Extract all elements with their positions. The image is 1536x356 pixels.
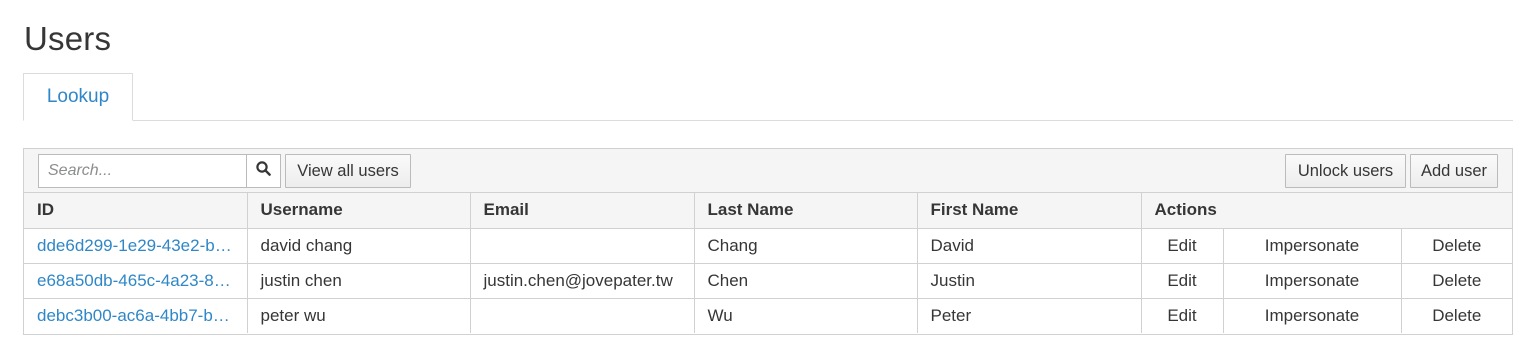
impersonate-button[interactable]: Impersonate bbox=[1223, 263, 1402, 299]
tab-lookup[interactable]: Lookup bbox=[23, 73, 133, 121]
column-header-email[interactable]: Email bbox=[470, 193, 695, 229]
last-name-cell: Chen bbox=[694, 263, 918, 299]
delete-button[interactable]: Delete bbox=[1401, 298, 1513, 333]
unlock-users-button[interactable]: Unlock users bbox=[1285, 154, 1406, 188]
search-button[interactable] bbox=[246, 154, 281, 188]
table-row: debc3b00-ac6a-4bb7-b… peter wu Wu Peter … bbox=[24, 298, 1513, 333]
table-toolbar: View all users Unlock users Add user bbox=[24, 149, 1512, 193]
first-name-cell: Peter bbox=[917, 298, 1142, 333]
edit-button[interactable]: Edit bbox=[1141, 298, 1224, 333]
username-cell: peter wu bbox=[247, 298, 471, 333]
username-cell: justin chen bbox=[247, 263, 471, 299]
table-row: e68a50db-465c-4a23-8… justin chen justin… bbox=[24, 263, 1513, 299]
table-header-row: ID Username Email Last Name First Name A… bbox=[24, 193, 1513, 229]
column-header-last-name[interactable]: Last Name bbox=[694, 193, 918, 229]
email-cell bbox=[470, 298, 695, 333]
view-all-users-button[interactable]: View all users bbox=[285, 154, 411, 188]
add-user-button[interactable]: Add user bbox=[1410, 154, 1498, 188]
users-table: ID Username Email Last Name First Name A… bbox=[24, 193, 1513, 333]
tab-bar: Lookup bbox=[23, 73, 1513, 121]
search-icon bbox=[256, 161, 271, 181]
user-id-link[interactable]: e68a50db-465c-4a23-8… bbox=[24, 263, 248, 299]
impersonate-button[interactable]: Impersonate bbox=[1223, 228, 1402, 264]
last-name-cell: Chang bbox=[694, 228, 918, 264]
column-header-username[interactable]: Username bbox=[247, 193, 471, 229]
table-row: dde6d299-1e29-43e2-b… david chang Chang … bbox=[24, 228, 1513, 264]
edit-button[interactable]: Edit bbox=[1141, 263, 1224, 299]
column-header-first-name[interactable]: First Name bbox=[917, 193, 1142, 229]
users-table-panel: View all users Unlock users Add user ID … bbox=[23, 148, 1513, 335]
email-cell: justin.chen@jovepater.tw bbox=[470, 263, 695, 299]
email-cell bbox=[470, 228, 695, 264]
search-input[interactable] bbox=[38, 154, 247, 188]
edit-button[interactable]: Edit bbox=[1141, 228, 1224, 264]
first-name-cell: David bbox=[917, 228, 1142, 264]
last-name-cell: Wu bbox=[694, 298, 918, 333]
users-page: Users Lookup View all users Unlock users… bbox=[0, 0, 1536, 356]
column-header-actions: Actions bbox=[1141, 193, 1513, 229]
user-id-link[interactable]: dde6d299-1e29-43e2-b… bbox=[24, 228, 248, 264]
delete-button[interactable]: Delete bbox=[1401, 263, 1513, 299]
username-cell: david chang bbox=[247, 228, 471, 264]
page-title: Users bbox=[24, 20, 112, 57]
impersonate-button[interactable]: Impersonate bbox=[1223, 298, 1402, 333]
first-name-cell: Justin bbox=[917, 263, 1142, 299]
column-header-id[interactable]: ID bbox=[24, 193, 248, 229]
user-id-link[interactable]: debc3b00-ac6a-4bb7-b… bbox=[24, 298, 248, 333]
delete-button[interactable]: Delete bbox=[1401, 228, 1513, 264]
